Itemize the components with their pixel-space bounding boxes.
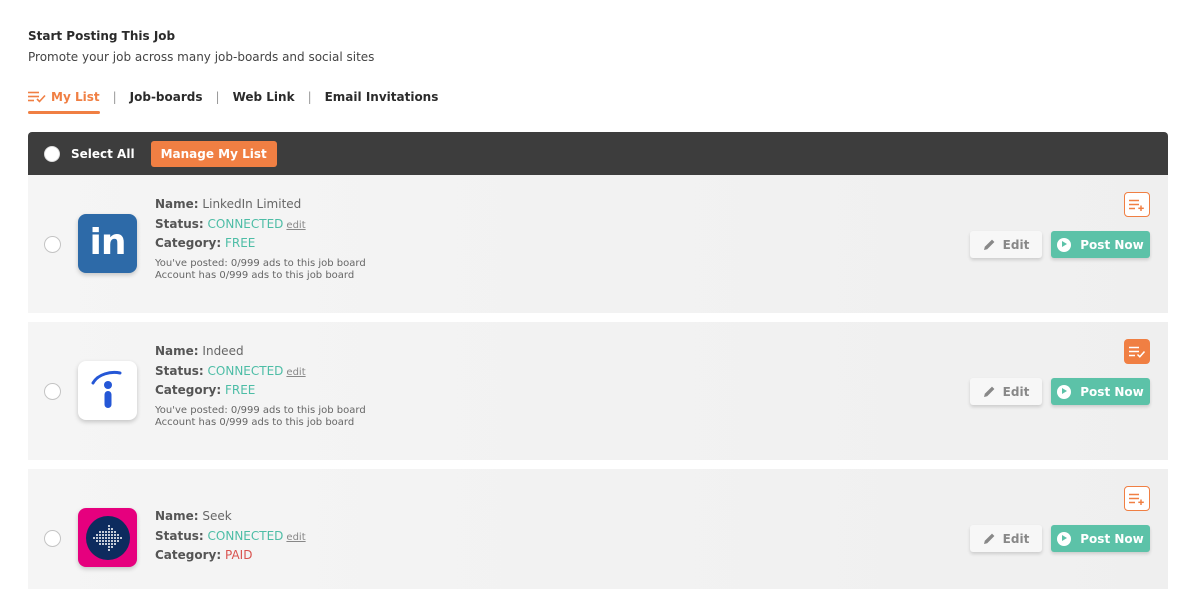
- tab-label: Email Invitations: [324, 90, 439, 104]
- edit-button-label: Edit: [1002, 531, 1030, 546]
- board-status: CONNECTED: [207, 528, 284, 543]
- name-label: Name:: [155, 344, 199, 358]
- status-edit-link[interactable]: edit: [286, 220, 305, 231]
- tab-web-link[interactable]: Web Link: [233, 88, 295, 106]
- status-label: Status:: [155, 363, 204, 378]
- tab-label: Web Link: [232, 90, 295, 104]
- seek-logo-glyph: [85, 515, 130, 560]
- add-to-list-icon[interactable]: [1124, 486, 1150, 511]
- board-info: Name: Indeed Status: CONNECTED edit Categ…: [155, 344, 366, 429]
- checklist-icon: [28, 91, 46, 103]
- post-now-label: Post Now: [1080, 531, 1144, 546]
- tab-label: Job-boards: [129, 90, 203, 104]
- post-now-label: Post Now: [1080, 237, 1144, 252]
- row-checkbox[interactable]: [44, 530, 61, 547]
- in-list-check-icon[interactable]: [1124, 339, 1150, 364]
- board-info: Name: LinkedIn Limited Status: CONNECTED…: [155, 197, 366, 282]
- board-category: FREE: [224, 236, 256, 250]
- manage-my-list-button[interactable]: Manage My List: [150, 140, 277, 167]
- list-toolbar: Select All Manage My List: [28, 132, 1168, 175]
- page-header: Start Posting This Job Promote your job …: [28, 29, 374, 64]
- category-label: Category:: [155, 236, 222, 250]
- linkedin-logo-text: in: [89, 222, 127, 263]
- linkedin-logo: in: [78, 214, 137, 273]
- page-subtitle: Promote your job across many job-boards …: [28, 50, 375, 64]
- name-label: Name:: [155, 197, 199, 211]
- play-icon: [1057, 237, 1072, 252]
- tab-separator: |: [112, 90, 117, 104]
- tab-job-boards[interactable]: Job-boards: [130, 88, 203, 106]
- account-count: Account has 0/999 ads to this job board: [155, 269, 355, 281]
- indeed-logo-glyph: [91, 370, 122, 408]
- edit-button-label: Edit: [1002, 384, 1030, 399]
- board-name: Seek: [202, 509, 232, 523]
- play-icon: [1057, 384, 1072, 399]
- post-now-label: Post Now: [1080, 384, 1144, 399]
- status-label: Status:: [155, 216, 204, 231]
- board-status: CONNECTED: [207, 216, 284, 231]
- job-board-row: Name: Indeed Status: CONNECTED edit Categ…: [28, 322, 1168, 460]
- select-all-checkbox[interactable]: [44, 145, 60, 162]
- edit-button[interactable]: Edit: [970, 525, 1042, 552]
- posted-count: You've posted: 0/999 ads to this job boa…: [155, 404, 366, 416]
- page-title: Start Posting This Job: [28, 29, 176, 43]
- category-label: Category:: [155, 383, 222, 397]
- job-board-row: Name: Seek Status: CONNECTED edit Categor…: [28, 469, 1168, 589]
- name-label: Name:: [155, 509, 199, 523]
- post-now-button[interactable]: Post Now: [1051, 525, 1150, 552]
- row-checkbox[interactable]: [44, 236, 61, 253]
- edit-button[interactable]: Edit: [970, 378, 1042, 405]
- status-edit-link[interactable]: edit: [286, 367, 305, 378]
- edit-button-label: Edit: [1002, 237, 1030, 252]
- status-label: Status:: [155, 528, 204, 543]
- posted-count: You've posted: 0/999 ads to this job boa…: [155, 257, 366, 269]
- list-add-glyph: [1129, 493, 1144, 505]
- board-status: CONNECTED: [207, 363, 284, 378]
- tab-label: My List: [51, 90, 100, 104]
- tab-my-list[interactable]: My List: [28, 88, 100, 106]
- tab-email-invitations[interactable]: Email Invitations: [325, 88, 439, 106]
- select-all-label: Select All: [71, 146, 135, 161]
- board-category: FREE: [224, 383, 256, 397]
- row-checkbox[interactable]: [44, 383, 61, 400]
- board-name: Indeed: [202, 344, 244, 358]
- list-check-glyph: [1129, 346, 1145, 358]
- seek-logo: [78, 508, 137, 567]
- list-add-glyph: [1129, 199, 1144, 211]
- active-tab-indicator: [28, 111, 100, 114]
- play-icon: [1057, 531, 1072, 546]
- add-to-list-icon[interactable]: [1124, 192, 1150, 217]
- status-edit-link[interactable]: edit: [286, 532, 305, 543]
- indeed-logo: [78, 361, 137, 420]
- account-count: Account has 0/999 ads to this job board: [155, 416, 355, 428]
- category-label: Category:: [155, 548, 222, 562]
- post-now-button[interactable]: Post Now: [1051, 231, 1150, 258]
- board-name: LinkedIn Limited: [202, 197, 302, 211]
- pencil-icon: [983, 533, 995, 544]
- tab-separator: |: [215, 90, 220, 104]
- board-info: Name: Seek Status: CONNECTED edit Categor…: [155, 509, 306, 568]
- tab-bar: My List | Job-boards | Web Link | Email …: [28, 88, 438, 114]
- edit-button[interactable]: Edit: [970, 231, 1042, 258]
- tab-separator: |: [307, 90, 312, 104]
- pencil-icon: [983, 386, 995, 397]
- pencil-icon: [983, 239, 995, 250]
- job-board-row: in Name: LinkedIn Limited Status: CONNEC…: [28, 175, 1168, 313]
- board-category: PAID: [224, 548, 253, 562]
- post-now-button[interactable]: Post Now: [1051, 378, 1150, 405]
